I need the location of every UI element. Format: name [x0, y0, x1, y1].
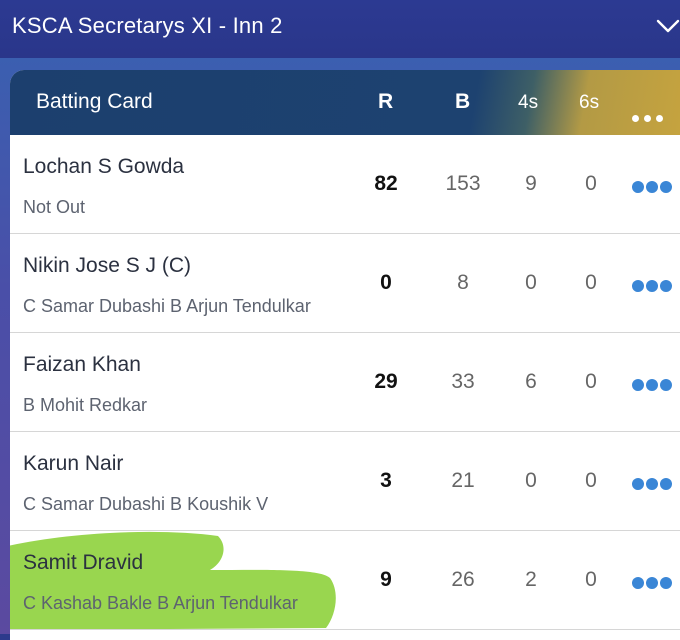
row-more-icon[interactable] — [632, 180, 674, 198]
fours-value: 0 — [525, 271, 537, 294]
sixes-value: 0 — [585, 271, 597, 294]
balls-value: 21 — [451, 469, 475, 492]
runs-value: 3 — [380, 469, 392, 492]
sixes-value: 0 — [585, 469, 597, 492]
dismissal-text: B Mohit Redkar — [23, 395, 148, 415]
batting-card-header: Batting Card R B 4s 6s — [10, 70, 680, 135]
row-more-icon[interactable] — [632, 378, 674, 396]
fours-value: 6 — [525, 370, 537, 393]
batting-card: Batting Card R B 4s 6s Lochan S Gowda No… — [10, 70, 680, 640]
batting-card-title: Batting Card — [36, 90, 153, 113]
batter-name[interactable]: Faizan Khan — [23, 353, 141, 377]
batter-name[interactable]: Karun Nair — [23, 452, 123, 476]
row-more-icon[interactable] — [632, 576, 674, 594]
table-row[interactable]: Nikin Jose S J (C) C Samar Dubashi B Arj… — [10, 234, 680, 333]
balls-value: 26 — [451, 568, 475, 591]
batter-name[interactable]: Nikin Jose S J (C) — [23, 254, 191, 278]
table-row[interactable]: Faizan Khan B Mohit Redkar 29 33 6 0 — [10, 333, 680, 432]
fours-value: 9 — [525, 172, 537, 195]
sixes-value: 0 — [585, 172, 597, 195]
table-row[interactable]: Lochan S Gowda Not Out 82 153 9 0 — [10, 135, 680, 234]
col-header-fours: 4s — [518, 92, 539, 113]
dismissal-text: C Kashab Bakle B Arjun Tendulkar — [23, 593, 298, 613]
batter-name[interactable]: Samit Dravid — [23, 551, 143, 575]
runs-value: 82 — [374, 172, 398, 195]
balls-value: 8 — [457, 271, 469, 294]
runs-value: 0 — [380, 271, 392, 294]
balls-value: 153 — [445, 172, 481, 195]
chevron-down-icon[interactable] — [656, 14, 680, 38]
runs-value: 29 — [374, 370, 398, 393]
row-more-icon[interactable] — [632, 477, 674, 495]
more-icon[interactable] — [632, 104, 668, 128]
dismissal-text: C Samar Dubashi B Arjun Tendulkar — [23, 296, 311, 316]
col-header-balls: B — [455, 90, 471, 113]
fours-value: 0 — [525, 469, 537, 492]
table-row[interactable]: Samit Dravid C Kashab Bakle B Arjun Tend… — [10, 531, 680, 630]
runs-value: 9 — [380, 568, 392, 591]
col-header-sixes: 6s — [579, 92, 600, 113]
table-row[interactable]: Karun Nair C Samar Dubashi B Koushik V 3… — [10, 432, 680, 531]
batter-name[interactable]: Lochan S Gowda — [23, 155, 184, 179]
balls-value: 33 — [451, 370, 475, 393]
row-more-icon[interactable] — [632, 279, 674, 297]
dismissal-text: C Samar Dubashi B Koushik V — [23, 494, 269, 514]
dismissal-text: Not Out — [23, 197, 86, 217]
innings-title: KSCA Secretarys XI - Inn 2 — [12, 13, 283, 38]
fours-value: 2 — [525, 568, 537, 591]
sixes-value: 0 — [585, 568, 597, 591]
sixes-value: 0 — [585, 370, 597, 393]
top-bar: KSCA Secretarys XI - Inn 2 — [0, 0, 680, 58]
col-header-runs: R — [378, 90, 394, 113]
